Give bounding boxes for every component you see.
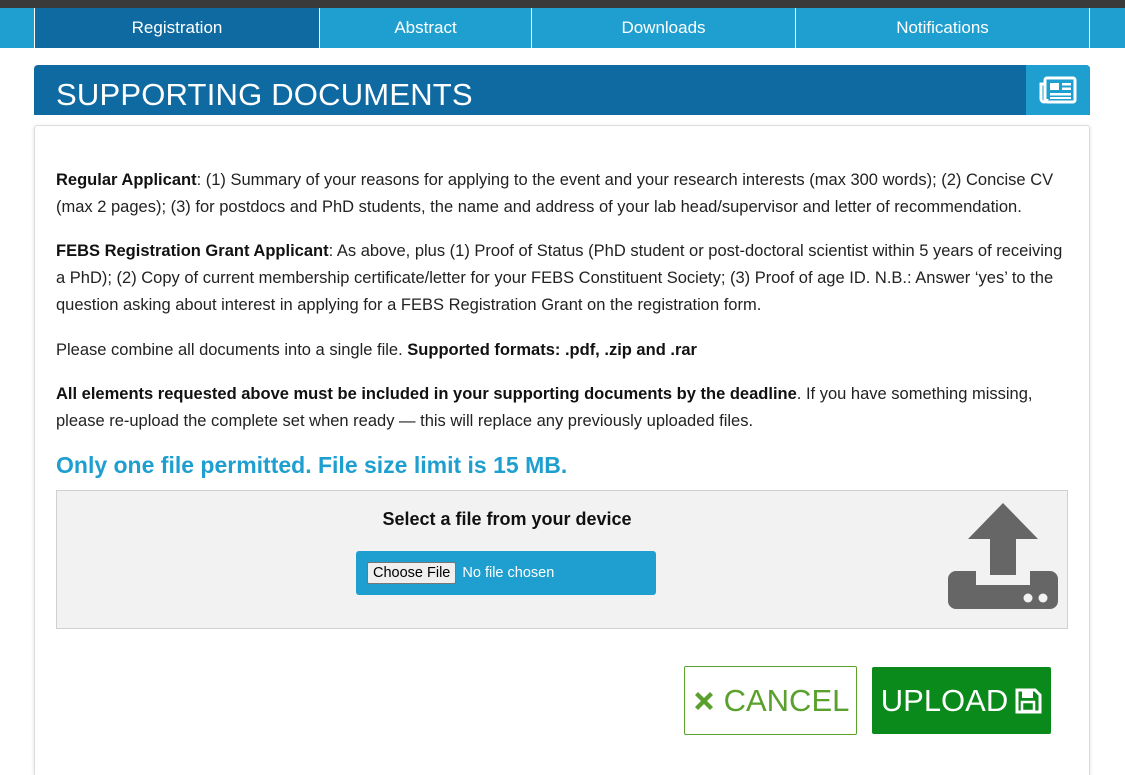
- upload-label: UPLOAD: [880, 682, 1009, 718]
- page-title: SUPPORTING DOCUMENTS: [56, 77, 473, 112]
- documents-panel: Regular Applicant: (1) Summary of your r…: [34, 125, 1090, 775]
- tab-notifications[interactable]: Notifications: [796, 8, 1090, 48]
- file-limit-notice: Only one file permitted. File size limit…: [56, 452, 568, 478]
- newspaper-icon: [1039, 76, 1077, 104]
- tab-downloads[interactable]: Downloads: [532, 8, 796, 48]
- combine-paragraph: Please combine all documents into a sing…: [56, 337, 1066, 364]
- upload-icon: [948, 503, 1058, 609]
- dropzone-label: Select a file from your device: [382, 509, 632, 529]
- top-strip: [0, 0, 1125, 8]
- regular-applicant-heading: Regular Applicant: [56, 171, 197, 189]
- file-status: No file chosen: [462, 565, 555, 581]
- cancel-button[interactable]: CANCEL: [684, 666, 857, 735]
- tab-abstract[interactable]: Abstract: [320, 8, 532, 48]
- save-icon: [1015, 688, 1042, 713]
- supported-formats: Supported formats: .pdf, .zip and .rar: [407, 341, 697, 359]
- section-header: SUPPORTING DOCUMENTS: [34, 65, 1090, 115]
- deadline-heading: All elements requested above must be inc…: [56, 385, 797, 403]
- cancel-label: CANCEL: [723, 682, 850, 718]
- upload-button[interactable]: UPLOAD: [872, 667, 1051, 734]
- main-nav: Registration Abstract Downloads Notifica…: [0, 8, 1125, 48]
- grant-applicant-heading: FEBS Registration Grant Applicant: [56, 242, 329, 260]
- deadline-paragraph: All elements requested above must be inc…: [56, 381, 1066, 435]
- header-icon-box: [1026, 65, 1090, 115]
- close-icon: [694, 691, 713, 710]
- file-input[interactable]: Choose File No file chosen: [356, 551, 656, 595]
- choose-file-button[interactable]: Choose File: [367, 562, 457, 584]
- file-dropzone[interactable]: Select a file from your device Choose Fi…: [56, 490, 1068, 629]
- tab-registration[interactable]: Registration: [35, 8, 320, 48]
- regular-applicant-text: : (1) Summary of your reasons for applyi…: [56, 171, 1054, 216]
- combine-text: Please combine all documents into a sing…: [56, 341, 408, 359]
- regular-applicant-paragraph: Regular Applicant: (1) Summary of your r…: [56, 167, 1066, 221]
- grant-applicant-paragraph: FEBS Registration Grant Applicant: As ab…: [56, 238, 1066, 319]
